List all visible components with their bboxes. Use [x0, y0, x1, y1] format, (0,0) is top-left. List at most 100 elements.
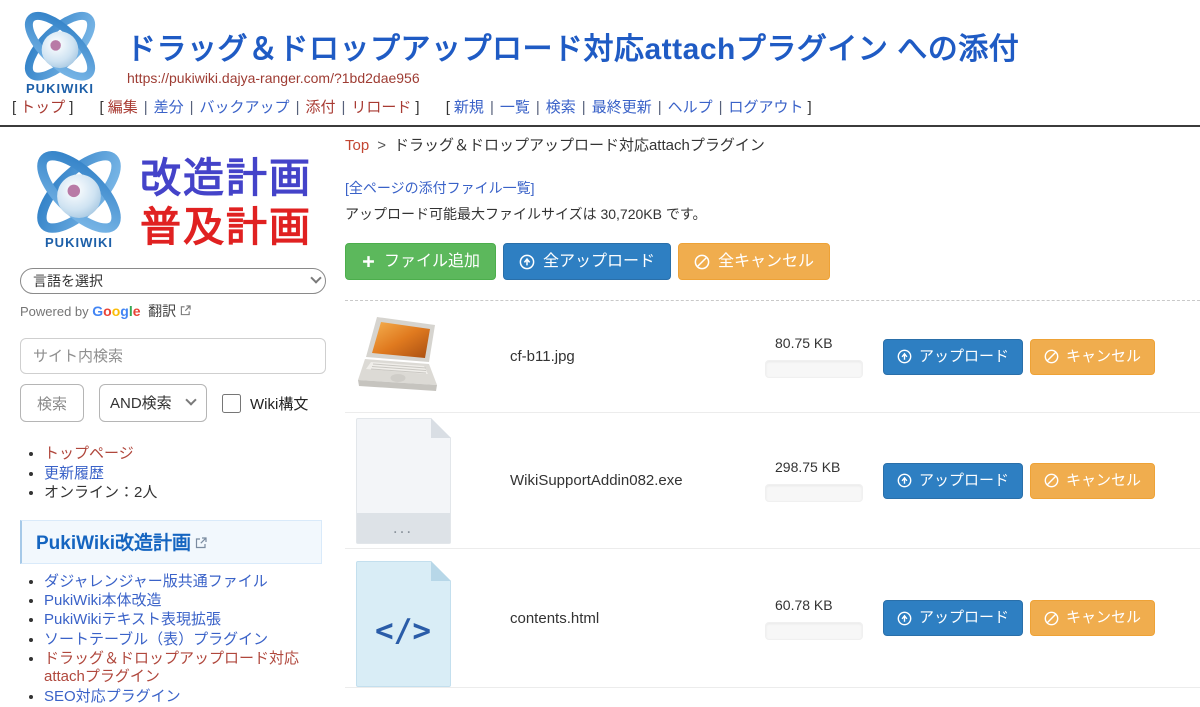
- top-navigation: [トップ] [編集|差分|バックアップ|添付|リロード] [新規|一覧|検索|最…: [0, 94, 1200, 127]
- google-translate-attribution: Powered by Google 翻訳: [20, 301, 332, 321]
- cancel-label: キャンセル: [1066, 609, 1141, 627]
- list-item: PukiWikiテキスト表現拡張: [44, 611, 332, 629]
- search-button[interactable]: 検索: [20, 384, 84, 422]
- breadcrumb-top-link[interactable]: Top: [345, 137, 369, 154]
- sidebar-menu: ダジャレンジャー版共通ファイル PukiWiki本体改造 PukiWikiテキス…: [20, 573, 332, 706]
- list-item: ダジャレンジャー版共通ファイル: [44, 573, 332, 591]
- upload-toolbar: ファイル追加 全アップロード 全キャンセル: [345, 243, 1200, 280]
- ban-circle-icon: [1044, 473, 1059, 488]
- google-logo: o: [112, 303, 121, 319]
- upload-button[interactable]: アップロード: [883, 463, 1023, 499]
- code-glyph: </>: [375, 613, 431, 649]
- nav-search[interactable]: 検索: [546, 99, 576, 116]
- online-count: オンライン：2人: [44, 484, 157, 501]
- add-files-button[interactable]: ファイル追加: [345, 243, 496, 280]
- nav-attach[interactable]: 添付: [305, 99, 335, 116]
- file-row: cf-b11.jpg 80.75 KB アップロード キャンセル: [345, 301, 1200, 413]
- breadcrumb: Top>ドラッグ＆ドロップアップロード対応attachプラグイン: [345, 134, 1200, 155]
- upload-progress-bar: [765, 484, 863, 502]
- site-search-input[interactable]: [20, 338, 326, 374]
- all-attachments-link[interactable]: [全ページの添付ファイル一覧]: [345, 178, 1200, 198]
- translate-link[interactable]: 翻訳: [148, 303, 176, 319]
- breadcrumb-current: ドラッグ＆ドロップアップロード対応attachプラグイン: [394, 137, 765, 154]
- file-row: ... WikiSupportAddin082.exe 298.75 KB アッ…: [345, 413, 1200, 549]
- nav-group-site: [新規|一覧|検索|最終更新|ヘルプ|ログアウト]: [442, 99, 816, 116]
- separator: |: [144, 99, 148, 116]
- cancel-all-button[interactable]: 全キャンセル: [678, 243, 830, 280]
- page-title: ドラッグ＆ドロップアップロード対応attachプラグイン への添付: [126, 24, 1176, 68]
- sidebar-logo-text: 改造計画 普及計画: [140, 154, 312, 252]
- max-upload-size-text: アップロード可能最大ファイルサイズは 30,720KB です。: [345, 204, 1200, 224]
- nav-reload[interactable]: リロード: [351, 99, 411, 116]
- nav-new[interactable]: 新規: [454, 99, 484, 116]
- menu-link-current[interactable]: ドラッグ＆ドロップアップロード対応attachプラグイン: [44, 650, 299, 685]
- cancel-button[interactable]: キャンセル: [1030, 463, 1155, 499]
- link-top-page[interactable]: トップページ: [44, 445, 134, 462]
- upload-button[interactable]: アップロード: [883, 600, 1023, 636]
- menu-link[interactable]: PukiWiki本体改造: [44, 592, 162, 609]
- file-name: cf-b11.jpg: [510, 348, 755, 365]
- upload-circle-icon: [897, 473, 912, 488]
- google-logo: o: [103, 303, 112, 319]
- header-logo[interactable]: PUKIWIKI: [10, 6, 110, 96]
- quick-links: トップページ 更新履歴 オンライン：2人: [20, 444, 332, 503]
- bracket: ]: [415, 99, 419, 116]
- cancel-label: キャンセル: [1066, 348, 1141, 366]
- link-update-history[interactable]: 更新履歴: [44, 465, 104, 482]
- menu-link[interactable]: PukiWikiテキスト表現拡張: [44, 611, 221, 628]
- language-select[interactable]: 言語を選択: [20, 268, 326, 294]
- add-files-label: ファイル追加: [384, 252, 480, 271]
- nav-help[interactable]: ヘルプ: [668, 99, 713, 116]
- google-logo: G: [92, 303, 103, 319]
- upload-circle-icon: [897, 611, 912, 626]
- nav-diff[interactable]: 差分: [154, 99, 184, 116]
- cancel-label: キャンセル: [1066, 472, 1141, 490]
- pukiwiki-atom-icon: [20, 144, 138, 244]
- list-item: SEO対応プラグイン: [44, 688, 332, 706]
- menu-link[interactable]: ソートテーブル（表）プラグイン: [44, 631, 268, 648]
- upload-progress-bar: [765, 622, 863, 640]
- file-size: 298.75 KB: [775, 459, 871, 475]
- nav-list[interactable]: 一覧: [500, 99, 530, 116]
- cancel-button[interactable]: キャンセル: [1030, 339, 1155, 375]
- list-item: 更新履歴: [44, 464, 332, 484]
- upload-circle-icon: [519, 254, 535, 270]
- nav-group-page: [編集|差分|バックアップ|添付|リロード]: [96, 99, 424, 116]
- separator: |: [582, 99, 586, 116]
- wiki-syntax-checkbox[interactable]: [222, 394, 241, 413]
- section-title-link[interactable]: PukiWiki改造計画: [36, 533, 191, 554]
- nav-edit[interactable]: 編集: [108, 99, 138, 116]
- nav-logout[interactable]: ログアウト: [729, 99, 804, 116]
- page-url[interactable]: https://pukiwiki.dajya-ranger.com/?1bd2d…: [127, 70, 420, 86]
- file-row: </> contents.html 60.78 KB アップロード キャンセル: [345, 549, 1200, 688]
- list-item: ドラッグ＆ドロップアップロード対応attachプラグイン: [44, 650, 332, 687]
- separator: |: [658, 99, 662, 116]
- separator: |: [296, 99, 300, 116]
- file-name: WikiSupportAddin082.exe: [510, 472, 755, 489]
- nav-top[interactable]: トップ: [20, 99, 65, 116]
- file-name: contents.html: [510, 610, 755, 627]
- powered-by-label: Powered by: [20, 304, 89, 319]
- ban-circle-icon: [1044, 611, 1059, 626]
- menu-link[interactable]: ダジャレンジャー版共通ファイル: [44, 573, 268, 590]
- bracket: [: [100, 99, 104, 116]
- upload-button[interactable]: アップロード: [883, 339, 1023, 375]
- pukiwiki-atom-icon: [12, 6, 108, 90]
- search-mode-select[interactable]: AND検索: [99, 384, 207, 422]
- google-logo: e: [133, 303, 141, 319]
- upload-all-button[interactable]: 全アップロード: [503, 243, 671, 280]
- search-controls: 検索 AND検索 Wiki構文: [20, 384, 332, 422]
- external-link-icon: [195, 537, 207, 549]
- sidebar-logo[interactable]: PUKIWIKI 改造計画 普及計画: [20, 144, 332, 252]
- external-link-icon: [180, 305, 191, 316]
- logo-fukyuu-text: 普及計画: [140, 203, 312, 252]
- file-code-icon: </>: [356, 561, 451, 687]
- upload-all-label: 全アップロード: [543, 252, 655, 271]
- upload-label: アップロード: [919, 609, 1009, 627]
- menu-link[interactable]: SEO対応プラグイン: [44, 688, 181, 705]
- nav-recent[interactable]: 最終更新: [592, 99, 652, 116]
- cancel-button[interactable]: キャンセル: [1030, 600, 1155, 636]
- file-size: 60.78 KB: [775, 597, 871, 613]
- nav-backup[interactable]: バックアップ: [200, 99, 290, 116]
- separator: |: [719, 99, 723, 116]
